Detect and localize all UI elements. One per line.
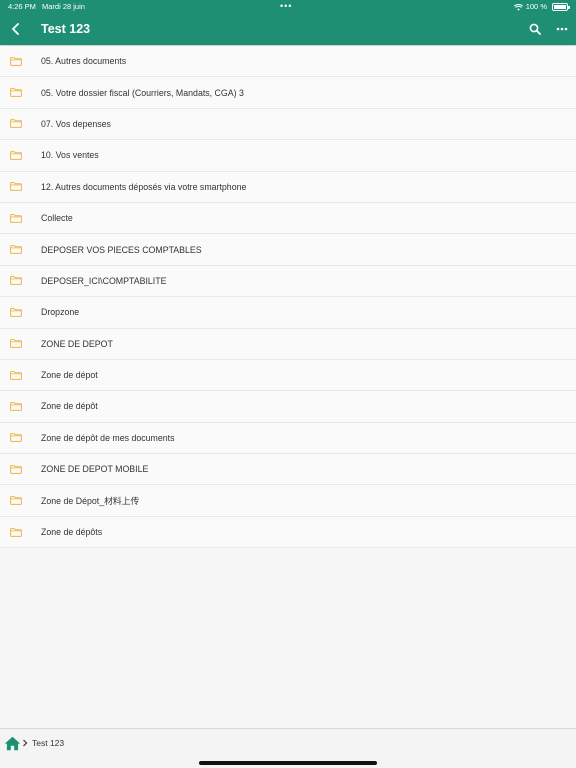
folder-icon: [10, 119, 22, 129]
folder-icon: [10, 433, 22, 443]
folder-icon: [10, 402, 22, 411]
folder-name: DEPOSER_ICI\COMPTABILITE: [41, 275, 167, 286]
folder-name: Zone de dépôt: [41, 401, 98, 412]
search-icon: [529, 23, 541, 35]
folder-name: 12. Autres documents déposés via votre s…: [41, 181, 247, 192]
breadcrumb-bar: Test 123: [0, 728, 576, 768]
more-options-button[interactable]: [554, 20, 570, 38]
folder-list: 05. Autres documents 05. Votre dossier fi…: [0, 46, 576, 549]
folder-icon: [10, 307, 22, 317]
battery-percentage: 100 %: [525, 2, 547, 11]
folder-name: 07. Vos depenses: [41, 118, 111, 129]
folder-icon: [10, 245, 22, 254]
folder-icon: [10, 213, 22, 223]
folder-row[interactable]: ZONE DE DEPOT MOBILE: [0, 454, 576, 486]
folder-name: Zone de Dépot_材料上传: [41, 496, 140, 507]
folder-name: 05. Autres documents: [41, 56, 127, 67]
folder-icon: [10, 182, 22, 192]
folder-row[interactable]: 07. Vos depenses: [0, 108, 576, 141]
page-title: Test 123: [41, 22, 91, 36]
back-button[interactable]: [6, 19, 26, 39]
folder-row[interactable]: DEPOSER VOS PIECES COMPTABLES: [0, 234, 576, 266]
wifi-icon: [513, 3, 523, 11]
folder-name: Zone de dépôt de mes documents: [41, 432, 175, 443]
app-header: 4:26 PM Mardi 28 juin ••• 100 % Test 123: [0, 0, 576, 45]
folder-icon: [10, 339, 22, 349]
multitasking-dots-icon[interactable]: •••: [280, 0, 292, 13]
folder-icon: [10, 527, 22, 537]
folder-row[interactable]: Zone de dépot: [0, 359, 576, 392]
folder-icon: [10, 464, 22, 474]
folder-icon: [10, 88, 22, 97]
folder-name: 05. Votre dossier fiscal (Courriers, Man…: [41, 87, 244, 98]
chevron-left-icon: [12, 23, 19, 35]
folder-row[interactable]: 05. Autres documents: [0, 46, 576, 78]
folder-row[interactable]: DEPOSER_ICI\COMPTABILITE: [0, 265, 576, 298]
folder-icon: [10, 150, 22, 160]
folder-row[interactable]: 12. Autres documents déposés via votre s…: [0, 171, 576, 203]
folder-name: ZONE DE DEPOT MOBILE: [41, 464, 149, 475]
folder-icon: [10, 370, 22, 380]
more-horizontal-icon: [556, 27, 568, 31]
folder-name: 10. Vos ventes: [41, 150, 99, 161]
status-time: 4:26 PM: [8, 2, 36, 11]
breadcrumb-current[interactable]: Test 123: [32, 738, 64, 748]
chevron-right-icon: [23, 739, 28, 747]
search-button[interactable]: [526, 20, 544, 38]
folder-icon: [10, 496, 22, 506]
folder-icon: [10, 56, 22, 66]
folder-row[interactable]: Zone de dépôt de mes documents: [0, 422, 576, 455]
status-right: 100 %: [513, 0, 570, 14]
folder-row[interactable]: Dropzone: [0, 297, 576, 329]
folder-name: ZONE DE DEPOT: [41, 338, 113, 349]
folder-icon: [10, 276, 22, 286]
home-indicator[interactable]: [199, 761, 377, 765]
folder-row[interactable]: 10. Vos ventes: [0, 140, 576, 172]
folder-name: Dropzone: [41, 307, 80, 318]
folder-row[interactable]: Zone de dépôts: [0, 516, 576, 549]
status-bar: 4:26 PM Mardi 28 juin ••• 100 %: [0, 0, 576, 14]
folder-row[interactable]: ZONE DE DEPOT: [0, 328, 576, 360]
folder-row[interactable]: Collecte: [0, 202, 576, 235]
folder-row[interactable]: 05. Votre dossier fiscal (Courriers, Man…: [0, 77, 576, 109]
folder-name: Zone de dépôts: [41, 527, 103, 538]
folder-name: DEPOSER VOS PIECES COMPTABLES: [41, 244, 202, 255]
folder-row[interactable]: Zone de Dépot_材料上传: [0, 485, 576, 517]
folder-name: Collecte: [41, 213, 73, 224]
home-icon[interactable]: [4, 736, 21, 751]
folder-row[interactable]: Zone de dépôt: [0, 391, 576, 423]
folder-name: Zone de dépot: [41, 370, 98, 381]
navigation-bar: Test 123: [0, 14, 576, 45]
status-date: Mardi 28 juin: [42, 2, 85, 11]
battery-icon: [552, 3, 570, 11]
